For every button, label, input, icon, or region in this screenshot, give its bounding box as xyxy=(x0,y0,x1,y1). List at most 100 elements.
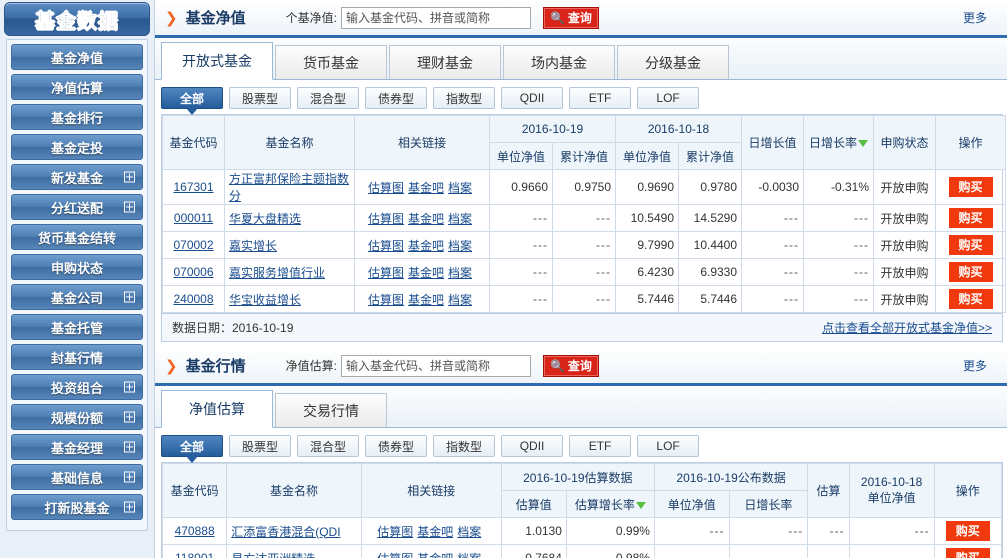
th2-daily-rate[interactable]: 日增长率 xyxy=(728,490,809,518)
link-1[interactable]: 基金吧 xyxy=(408,239,444,253)
sort-desc-icon[interactable] xyxy=(858,140,869,148)
filter-quote-category-5[interactable]: QDII xyxy=(501,435,564,457)
buy-button[interactable]: 购买 xyxy=(948,208,993,228)
fund-code-link[interactable]: 000011 xyxy=(174,211,213,225)
sidebar-item-9[interactable]: 基金托管 xyxy=(11,314,143,340)
fund-name-link[interactable]: 嘉实增长 xyxy=(229,239,277,253)
link-1[interactable]: 基金吧 xyxy=(408,212,444,226)
th2-fund-code[interactable]: 基金代码 xyxy=(161,463,228,518)
filter-quote-category-0[interactable]: 全部 xyxy=(161,435,223,457)
link-2[interactable]: 档案 xyxy=(448,239,472,253)
th-daily-change[interactable]: 日增长值 xyxy=(741,115,805,170)
fund-code-link[interactable]: 070002 xyxy=(173,238,213,252)
filter-fund-category-2[interactable]: 混合型 xyxy=(297,87,360,109)
fund-code-link[interactable]: 118001 xyxy=(175,551,214,558)
buy-button[interactable]: 购买 xyxy=(948,289,993,309)
link-2[interactable]: 档案 xyxy=(448,181,472,195)
link-0[interactable]: 估算图 xyxy=(377,552,413,558)
tab-fund-type-4[interactable]: 分级基金 xyxy=(617,45,729,79)
tab-fund-type-1[interactable]: 货币基金 xyxy=(275,45,387,79)
tab-fund-type-0[interactable]: 开放式基金 xyxy=(161,42,273,80)
th2-fund-name[interactable]: 基金名称 xyxy=(226,463,362,518)
tab-quote-type-0[interactable]: 净值估算 xyxy=(161,390,273,428)
filter-fund-category-1[interactable]: 股票型 xyxy=(229,87,292,109)
filter-quote-category-1[interactable]: 股票型 xyxy=(229,435,292,457)
link-2[interactable]: 档案 xyxy=(448,293,472,307)
search-input-2[interactable] xyxy=(340,354,531,377)
link-1[interactable]: 基金吧 xyxy=(408,293,444,307)
link-1[interactable]: 基金吧 xyxy=(408,181,444,195)
th-unit-nav-previous[interactable]: 单位净值 xyxy=(615,142,680,170)
filter-fund-category-3[interactable]: 债券型 xyxy=(365,87,428,109)
th-cumulative-nav-previous[interactable]: 累计净值 xyxy=(678,142,743,170)
fund-name-link[interactable]: 汇添富香港混合(QDI xyxy=(231,525,340,539)
sidebar-item-0[interactable]: 基金净值 xyxy=(11,44,143,70)
th-unit-nav-current[interactable]: 单位净值 xyxy=(489,142,553,170)
sidebar-item-6[interactable]: 货币基金结转 xyxy=(11,224,143,250)
link-2[interactable]: 档案 xyxy=(457,552,481,558)
fund-name-link[interactable]: 易方达亚洲精选 xyxy=(231,552,315,558)
fund-code-link[interactable]: 240008 xyxy=(173,292,213,306)
expand-plus-icon[interactable] xyxy=(124,171,135,183)
expand-plus-icon[interactable] xyxy=(124,501,135,513)
fund-name-link[interactable]: 方正富邦保险主题指数分 xyxy=(229,172,349,203)
search-button[interactable]: 🔍 查询 xyxy=(542,6,599,29)
filter-quote-category-2[interactable]: 混合型 xyxy=(297,435,360,457)
sidebar-item-13[interactable]: 基金经理 xyxy=(11,434,143,460)
fund-name-link[interactable]: 华夏大盘精选 xyxy=(229,212,301,226)
buy-button[interactable]: 购买 xyxy=(948,235,993,255)
filter-quote-category-6[interactable]: ETF xyxy=(569,435,632,457)
buy-button[interactable]: 购买 xyxy=(948,262,993,282)
filter-fund-category-4[interactable]: 指数型 xyxy=(433,87,496,109)
expand-plus-icon[interactable] xyxy=(124,291,135,303)
tab-fund-type-3[interactable]: 场内基金 xyxy=(503,45,615,79)
th-cumulative-nav-current[interactable]: 累计净值 xyxy=(551,142,617,170)
buy-button[interactable]: 购买 xyxy=(945,548,990,558)
buy-button[interactable]: 购买 xyxy=(948,177,993,197)
link-0[interactable]: 估算图 xyxy=(368,212,404,226)
sort-desc-icon[interactable] xyxy=(635,501,646,509)
link-0[interactable]: 估算图 xyxy=(368,181,404,195)
search-button-2[interactable]: 🔍 查询 xyxy=(542,354,599,377)
sidebar-item-15[interactable]: 打新股基金 xyxy=(11,494,143,520)
link-0[interactable]: 估算图 xyxy=(368,266,404,280)
th2-estimate-rate[interactable]: 估算增长率 xyxy=(565,490,655,518)
link-1[interactable]: 基金吧 xyxy=(417,552,453,558)
th2-unit-nav[interactable]: 单位净值 xyxy=(653,490,730,518)
sidebar-item-14[interactable]: 基础信息 xyxy=(11,464,143,490)
link-0[interactable]: 估算图 xyxy=(368,239,404,253)
sidebar-item-4[interactable]: 新发基金 xyxy=(11,164,143,190)
filter-quote-category-7[interactable]: LOF xyxy=(637,435,700,457)
view-all-link[interactable]: 点击查看全部开放式基金净值>> xyxy=(822,319,992,336)
expand-plus-icon[interactable] xyxy=(124,411,135,423)
filter-quote-category-3[interactable]: 债券型 xyxy=(365,435,428,457)
th-daily-rate[interactable]: 日增长率 xyxy=(803,115,875,170)
sidebar-item-11[interactable]: 投资组合 xyxy=(11,374,143,400)
link-2[interactable]: 档案 xyxy=(457,525,481,539)
sidebar-item-8[interactable]: 基金公司 xyxy=(11,284,143,310)
sidebar-item-7[interactable]: 申购状态 xyxy=(11,254,143,280)
fund-code-link[interactable]: 167301 xyxy=(173,180,213,194)
link-1[interactable]: 基金吧 xyxy=(417,525,453,539)
tab-quote-type-1[interactable]: 交易行情 xyxy=(275,393,387,427)
more-link-2[interactable]: 更多 xyxy=(963,357,999,374)
link-0[interactable]: 估算图 xyxy=(377,525,413,539)
filter-fund-category-7[interactable]: LOF xyxy=(637,87,700,109)
link-2[interactable]: 档案 xyxy=(448,212,472,226)
fund-name-link[interactable]: 嘉实服务增值行业 xyxy=(229,266,325,280)
fund-name-link[interactable]: 华宝收益增长 xyxy=(229,293,301,307)
expand-plus-icon[interactable] xyxy=(124,201,135,213)
fund-code-link[interactable]: 470888 xyxy=(175,524,215,538)
sidebar-item-1[interactable]: 净值估算 xyxy=(11,74,143,100)
tab-fund-type-2[interactable]: 理财基金 xyxy=(389,45,501,79)
buy-button[interactable]: 购买 xyxy=(945,521,990,541)
th-fund-code[interactable]: 基金代码 xyxy=(162,115,225,170)
link-1[interactable]: 基金吧 xyxy=(408,266,444,280)
expand-plus-icon[interactable] xyxy=(124,441,135,453)
sidebar-item-5[interactable]: 分红送配 xyxy=(11,194,143,220)
expand-plus-icon[interactable] xyxy=(124,381,135,393)
sidebar-item-2[interactable]: 基金排行 xyxy=(11,104,143,130)
link-0[interactable]: 估算图 xyxy=(368,293,404,307)
site-logo[interactable]: 基金数据 xyxy=(4,2,150,36)
filter-fund-category-5[interactable]: QDII xyxy=(501,87,564,109)
